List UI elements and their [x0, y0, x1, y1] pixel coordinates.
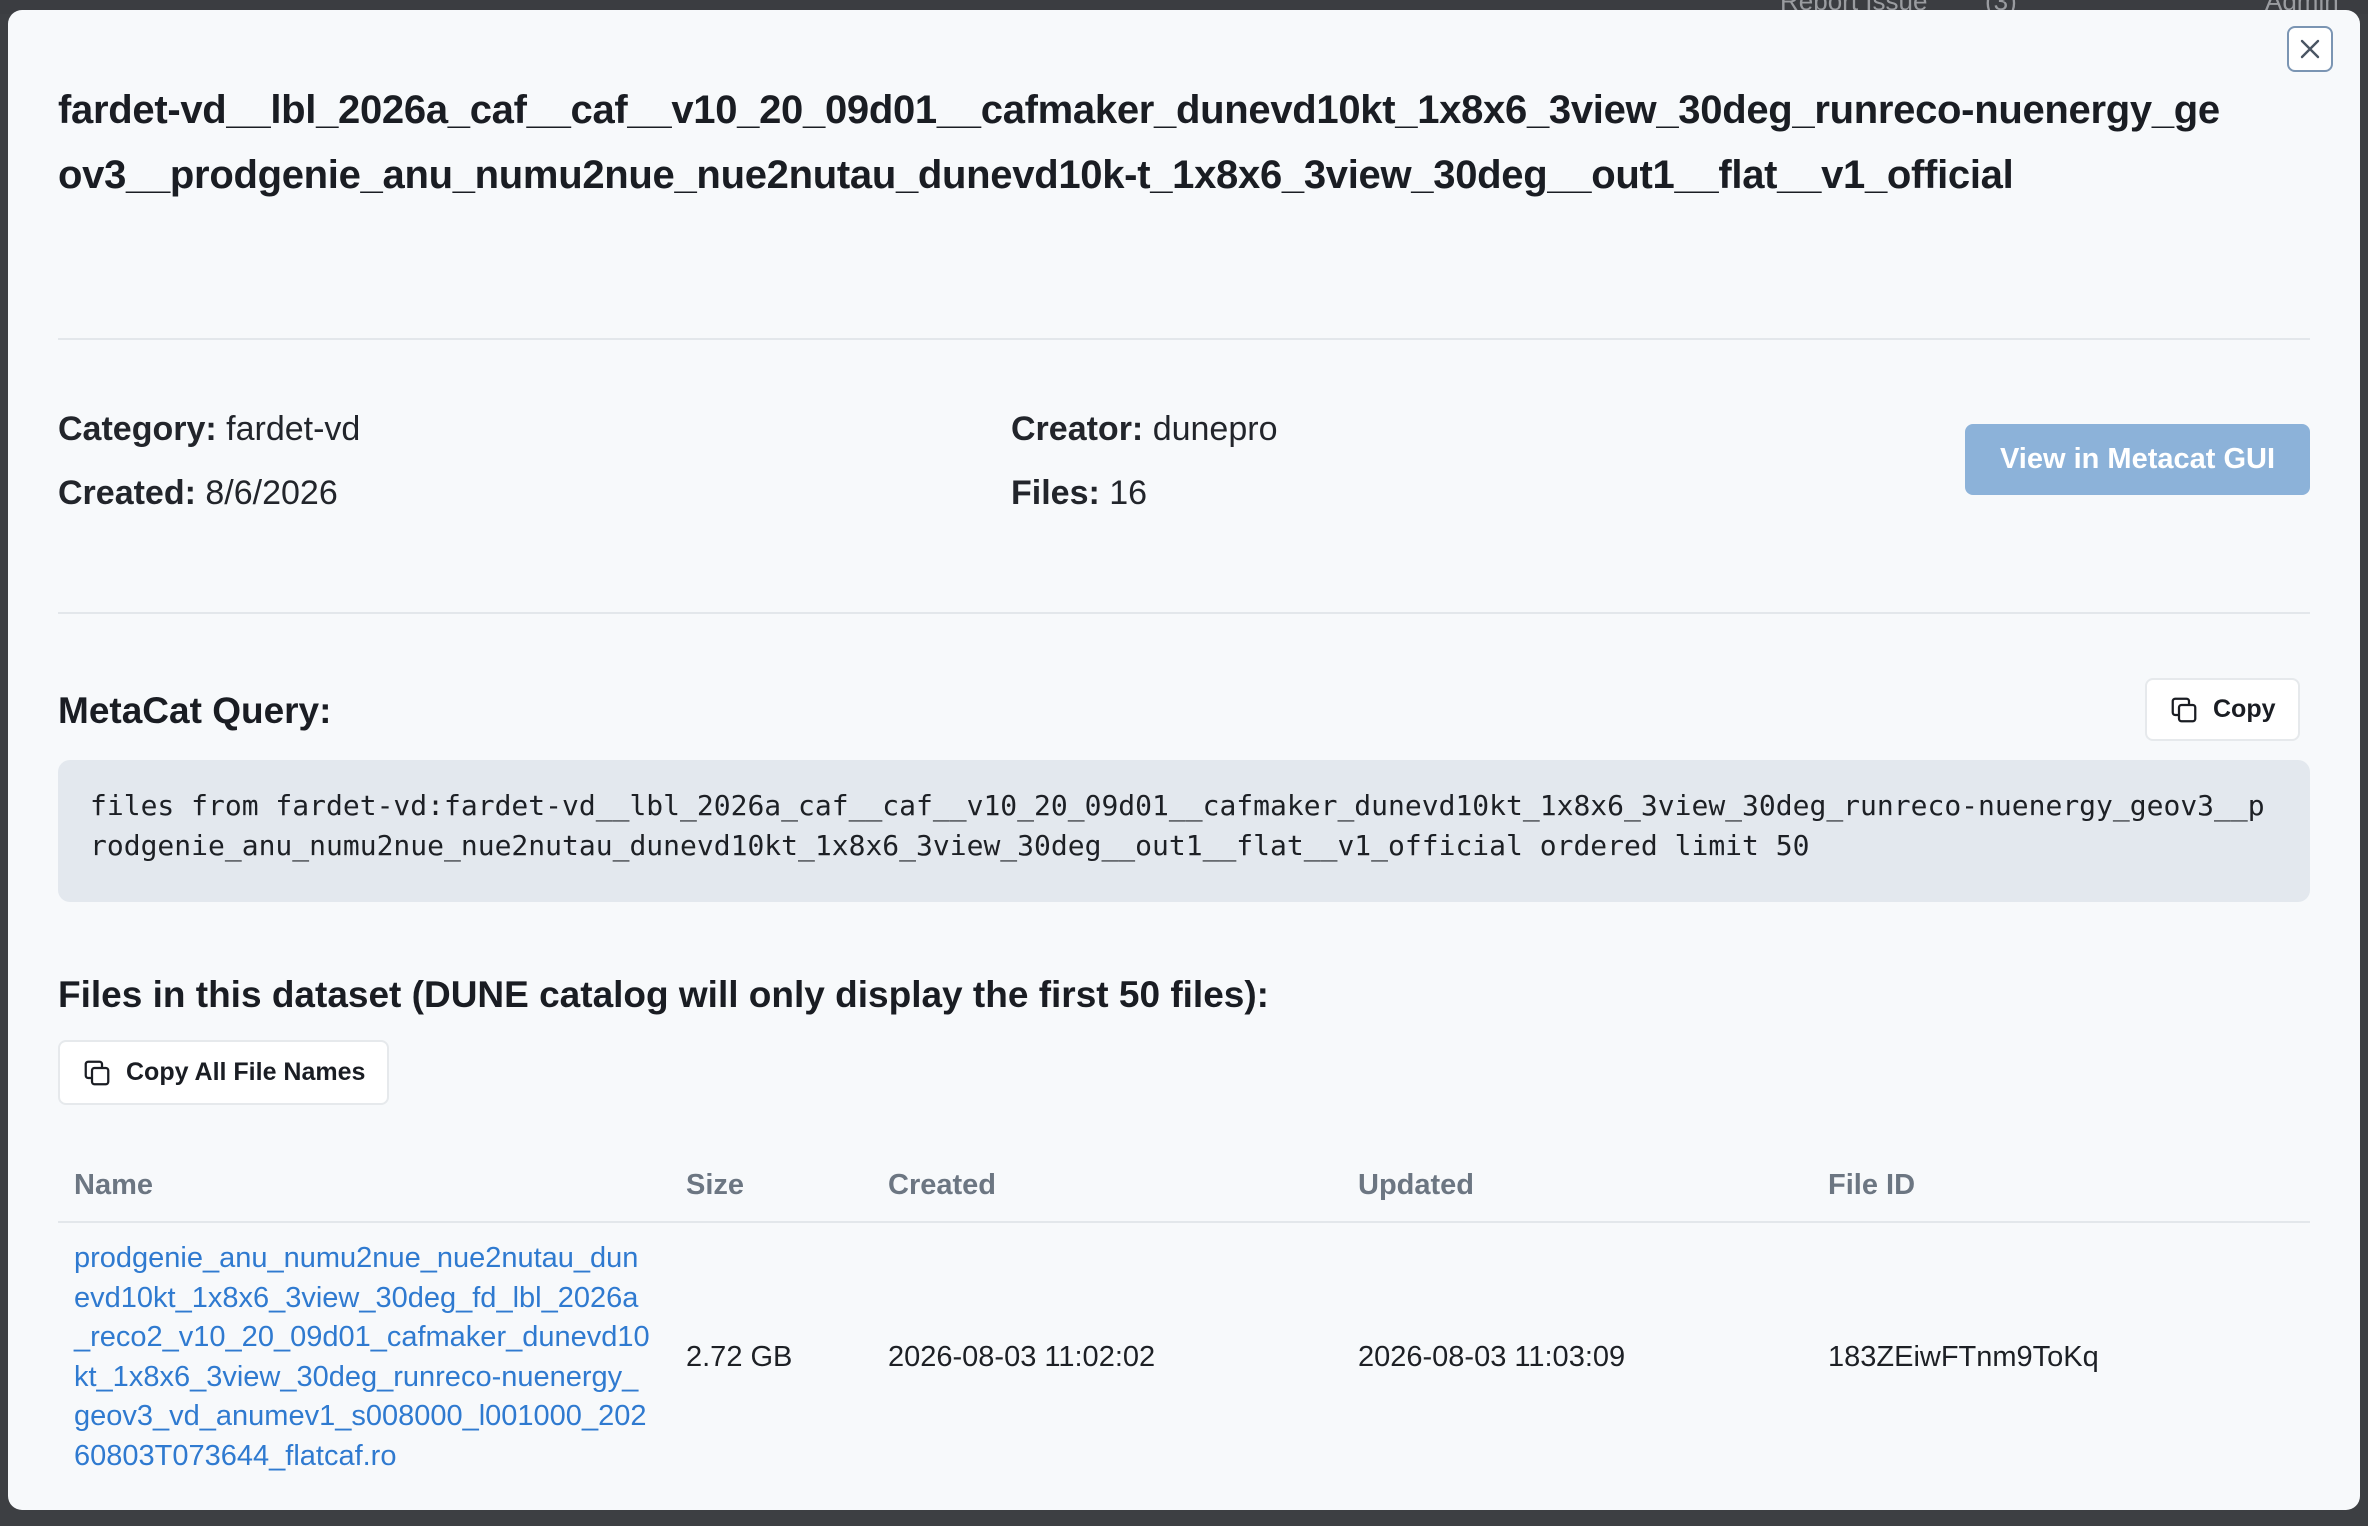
column-header-file-id[interactable]: File ID: [1812, 1150, 2310, 1223]
close-icon: [2298, 37, 2322, 61]
files-count-value: 16: [1109, 474, 1148, 512]
files-count-field: Files: 16: [1011, 474, 1147, 513]
created-label: Created:: [58, 474, 196, 512]
file-updated-cell: 2026-08-03 11:03:09: [1358, 1341, 1626, 1373]
dataset-title: fardet-vd__lbl_2026a_caf__caf__v10_20_09…: [58, 88, 2220, 197]
copy-all-file-names-button[interactable]: Copy All File Names: [58, 1040, 390, 1105]
copy-query-button[interactable]: Copy: [2145, 678, 2300, 741]
metacat-query-text: files from fardet-vd:fardet-vd__lbl_2026…: [58, 760, 2310, 902]
column-header-size[interactable]: Size: [670, 1150, 872, 1223]
files-table: Name Size Created Updated File ID prodge…: [58, 1150, 2310, 1492]
divider: [58, 612, 2310, 614]
files-count-label: Files:: [1011, 474, 1100, 512]
category-value: fardet-vd: [226, 410, 361, 448]
file-name-link[interactable]: prodgenie_anu_numu2nue_nue2nutau_dunevd1…: [74, 1239, 654, 1476]
table-header-row: Name Size Created Updated File ID: [58, 1150, 2310, 1223]
creator-field: Creator: dunepro: [1011, 410, 1277, 449]
creator-value: dunepro: [1152, 410, 1278, 448]
table-row: prodgenie_anu_numu2nue_nue2nutau_dunevd1…: [58, 1222, 2310, 1492]
category-field: Category: fardet-vd: [58, 410, 360, 449]
copy-icon: [82, 1058, 112, 1088]
file-name-cell: prodgenie_anu_numu2nue_nue2nutau_dunevd1…: [58, 1222, 670, 1492]
files-section-heading: Files in this dataset (DUNE catalog will…: [58, 974, 1269, 1015]
file-id-cell: 183ZEiwFTnm9ToKq: [1828, 1341, 2099, 1373]
column-header-created[interactable]: Created: [872, 1150, 1342, 1223]
copy-all-label: Copy All File Names: [126, 1058, 366, 1086]
file-size-cell: 2.72 GB: [686, 1341, 793, 1373]
column-header-updated[interactable]: Updated: [1342, 1150, 1812, 1223]
close-button[interactable]: [2287, 26, 2333, 72]
view-in-metacat-button[interactable]: View in Metacat GUI: [1965, 424, 2310, 495]
dataset-details-modal: fardet-vd__lbl_2026a_caf__caf__v10_20_09…: [8, 10, 2360, 1510]
created-value: 8/6/2026: [205, 474, 338, 512]
copy-button-label: Copy: [2213, 695, 2276, 723]
created-field: Created: 8/6/2026: [58, 474, 338, 513]
metacat-query-heading: MetaCat Query:: [58, 690, 332, 731]
divider: [58, 338, 2310, 340]
creator-label: Creator:: [1011, 410, 1144, 448]
file-created-cell: 2026-08-03 11:02:02: [888, 1341, 1156, 1373]
category-label: Category:: [58, 410, 217, 448]
column-header-name[interactable]: Name: [58, 1150, 670, 1223]
copy-icon: [2169, 695, 2199, 725]
